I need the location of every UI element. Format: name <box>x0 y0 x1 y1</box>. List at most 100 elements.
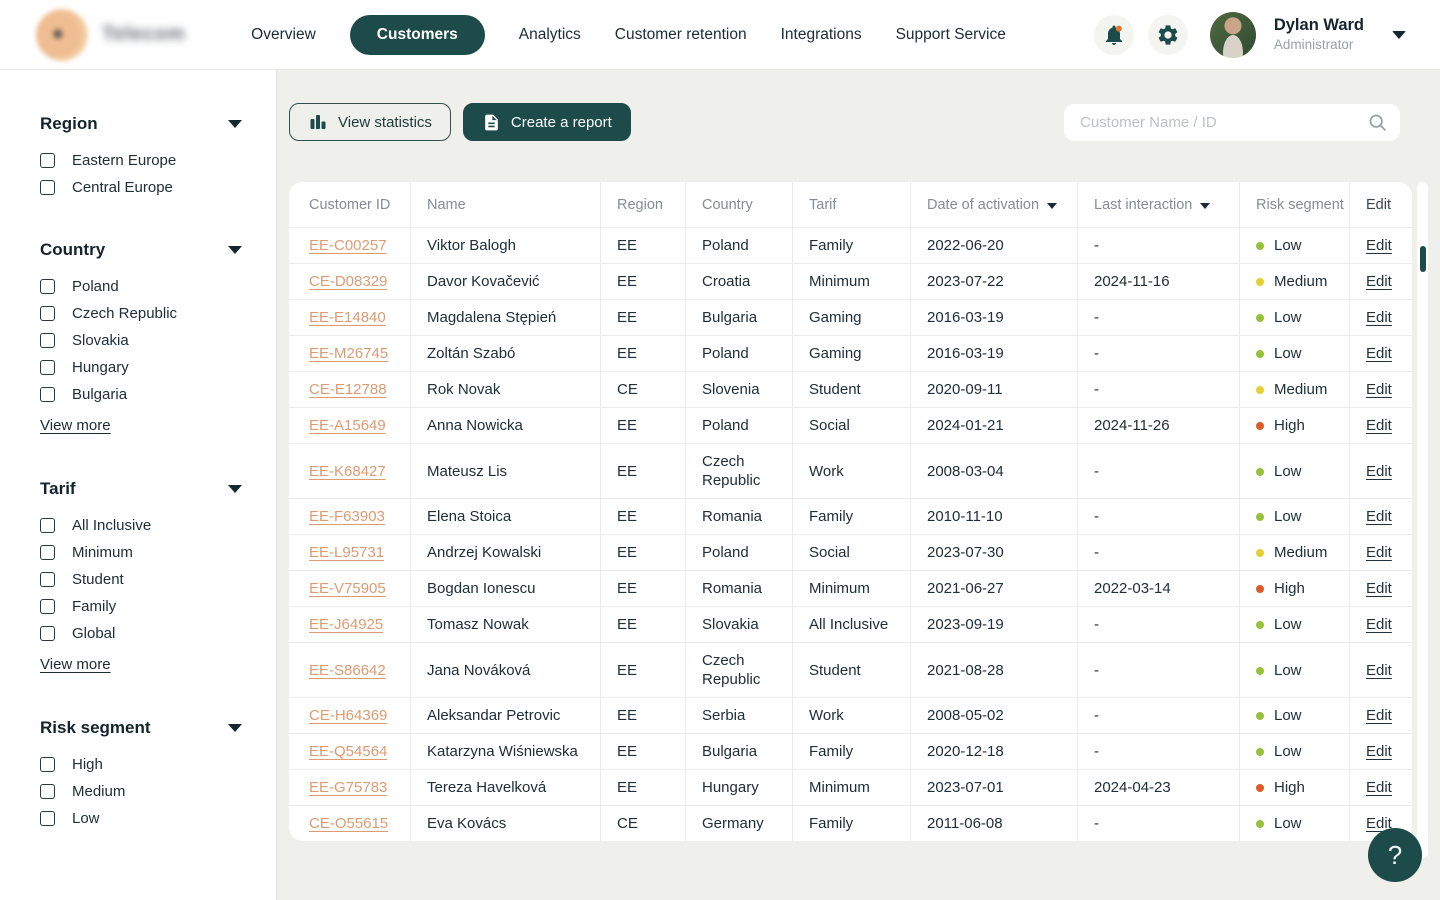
risk-label: Low <box>1274 345 1302 362</box>
checkbox-icon[interactable] <box>40 626 55 641</box>
filter-option-eastern-europe[interactable]: Eastern Europe <box>40 151 242 169</box>
customer-id-link[interactable]: EE-C00257 <box>309 237 387 254</box>
notifications-button[interactable] <box>1094 15 1134 55</box>
table-row: EE-K68427Mateusz LisEECzech RepublicWork… <box>289 444 1412 499</box>
filter-option-low[interactable]: Low <box>40 809 242 827</box>
checkbox-icon[interactable] <box>40 599 55 614</box>
settings-button[interactable] <box>1148 15 1188 55</box>
cell-edit: Edit <box>1350 408 1412 444</box>
filter-option-global[interactable]: Global <box>40 624 242 642</box>
nav-item-analytics[interactable]: Analytics <box>519 26 581 44</box>
checkbox-icon[interactable] <box>40 811 55 826</box>
edit-link[interactable]: Edit <box>1366 309 1392 326</box>
checkbox-icon[interactable] <box>40 784 55 799</box>
customer-id-link[interactable]: CE-H64369 <box>309 707 387 724</box>
customer-id-link[interactable]: EE-V75905 <box>309 580 386 597</box>
filter-option-slovakia[interactable]: Slovakia <box>40 331 242 349</box>
filter-option-all-inclusive[interactable]: All Inclusive <box>40 516 242 534</box>
table-scrollbar[interactable] <box>1417 182 1428 858</box>
checkbox-icon[interactable] <box>40 279 55 294</box>
risk-dot-icon <box>1256 748 1264 756</box>
filter-option-high[interactable]: High <box>40 755 242 773</box>
search-input[interactable] <box>1064 104 1400 141</box>
filter-option-minimum[interactable]: Minimum <box>40 543 242 561</box>
customer-id-link[interactable]: EE-K68427 <box>309 463 386 480</box>
checkbox-icon[interactable] <box>40 153 55 168</box>
risk-dot-icon <box>1256 422 1264 430</box>
customer-id-link[interactable]: EE-Q54564 <box>309 743 387 760</box>
filter-option-family[interactable]: Family <box>40 597 242 615</box>
edit-link[interactable]: Edit <box>1366 345 1392 362</box>
customer-id-link[interactable]: EE-M26745 <box>309 345 388 362</box>
risk-dot-icon <box>1256 314 1264 322</box>
checkbox-icon[interactable] <box>40 757 55 772</box>
checkbox-icon[interactable] <box>40 518 55 533</box>
customer-id-link[interactable]: EE-G75783 <box>309 779 387 796</box>
checkbox-icon[interactable] <box>40 572 55 587</box>
edit-link[interactable]: Edit <box>1366 707 1392 724</box>
checkbox-icon[interactable] <box>40 333 55 348</box>
filter-option-label: Hungary <box>72 359 129 376</box>
sort-icon[interactable] <box>1200 203 1210 209</box>
chevron-down-icon[interactable] <box>228 246 242 254</box>
cell-tarif: Minimum <box>793 571 911 607</box>
edit-link[interactable]: Edit <box>1366 463 1392 480</box>
cell-name: Bogdan Ionescu <box>411 571 601 607</box>
customer-id-link[interactable]: EE-F63903 <box>309 508 385 525</box>
cell-name: Andrzej Kowalski <box>411 535 601 571</box>
edit-link[interactable]: Edit <box>1366 544 1392 561</box>
customer-id-link[interactable]: EE-E14840 <box>309 309 386 326</box>
customer-id-link[interactable]: EE-A15649 <box>309 417 386 434</box>
view-more-link[interactable]: View more <box>40 656 111 673</box>
edit-link[interactable]: Edit <box>1366 580 1392 597</box>
view-more-link[interactable]: View more <box>40 417 111 434</box>
user-menu-chevron-down-icon[interactable] <box>1392 31 1406 39</box>
customer-id-link[interactable]: CE-O55615 <box>309 815 388 832</box>
edit-link[interactable]: Edit <box>1366 662 1392 679</box>
checkbox-icon[interactable] <box>40 180 55 195</box>
customer-id-link[interactable]: EE-L95731 <box>309 544 384 561</box>
risk-label: High <box>1274 417 1305 434</box>
nav-item-integrations[interactable]: Integrations <box>781 26 862 44</box>
edit-link[interactable]: Edit <box>1366 417 1392 434</box>
chevron-down-icon[interactable] <box>228 485 242 493</box>
nav-item-customer-retention[interactable]: Customer retention <box>615 26 747 44</box>
chevron-down-icon[interactable] <box>228 120 242 128</box>
nav-item-support-service[interactable]: Support Service <box>896 26 1006 44</box>
table-scrollbar-thumb[interactable] <box>1420 246 1426 272</box>
customer-id-link[interactable]: EE-S86642 <box>309 662 386 679</box>
nav-item-customers[interactable]: Customers <box>350 15 485 55</box>
edit-link[interactable]: Edit <box>1366 743 1392 760</box>
app-logo[interactable]: Telecom <box>36 9 185 61</box>
filter-option-hungary[interactable]: Hungary <box>40 358 242 376</box>
filter-option-central-europe[interactable]: Central Europe <box>40 178 242 196</box>
search-icon[interactable] <box>1367 112 1388 133</box>
customer-id-link[interactable]: EE-J64925 <box>309 616 383 633</box>
edit-link[interactable]: Edit <box>1366 381 1392 398</box>
filter-option-medium[interactable]: Medium <box>40 782 242 800</box>
filter-option-czech-republic[interactable]: Czech Republic <box>40 304 242 322</box>
sort-icon[interactable] <box>1047 203 1057 209</box>
edit-link[interactable]: Edit <box>1366 779 1392 796</box>
checkbox-icon[interactable] <box>40 306 55 321</box>
edit-link[interactable]: Edit <box>1366 273 1392 290</box>
view-statistics-button[interactable]: View statistics <box>289 103 451 141</box>
customer-id-link[interactable]: CE-D08329 <box>309 273 387 290</box>
avatar[interactable] <box>1210 12 1256 58</box>
document-icon <box>482 113 501 132</box>
edit-link[interactable]: Edit <box>1366 508 1392 525</box>
checkbox-icon[interactable] <box>40 360 55 375</box>
nav-item-overview[interactable]: Overview <box>251 26 316 44</box>
checkbox-icon[interactable] <box>40 545 55 560</box>
create-report-button[interactable]: Create a report <box>463 103 631 141</box>
edit-link[interactable]: Edit <box>1366 616 1392 633</box>
filter-option-student[interactable]: Student <box>40 570 242 588</box>
edit-link[interactable]: Edit <box>1366 237 1392 254</box>
filter-option-bulgaria[interactable]: Bulgaria <box>40 385 242 403</box>
customer-id-link[interactable]: CE-E12788 <box>309 381 387 398</box>
risk-dot-icon <box>1256 820 1264 828</box>
help-button[interactable]: ? <box>1368 828 1422 882</box>
filter-option-poland[interactable]: Poland <box>40 277 242 295</box>
chevron-down-icon[interactable] <box>228 724 242 732</box>
checkbox-icon[interactable] <box>40 387 55 402</box>
